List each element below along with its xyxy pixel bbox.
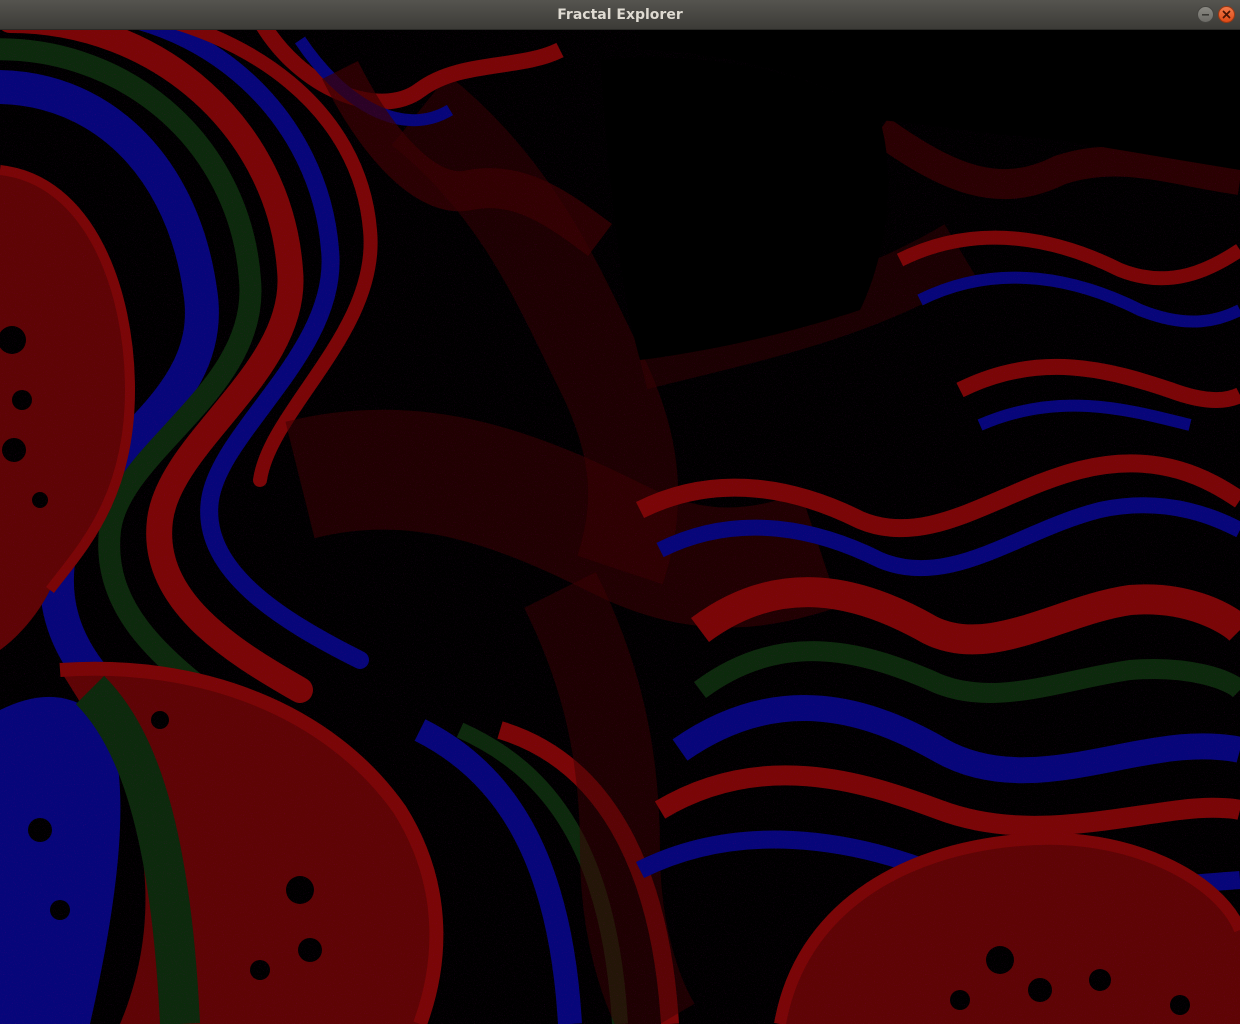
fractal-render [0, 30, 1240, 1024]
minimize-button[interactable] [1197, 6, 1214, 23]
title-bar[interactable]: Fractal Explorer [0, 0, 1240, 30]
app-window: Fractal Explorer [0, 0, 1240, 1024]
close-button[interactable] [1218, 6, 1235, 23]
fractal-canvas[interactable] [0, 30, 1240, 1024]
window-title: Fractal Explorer [557, 7, 683, 23]
